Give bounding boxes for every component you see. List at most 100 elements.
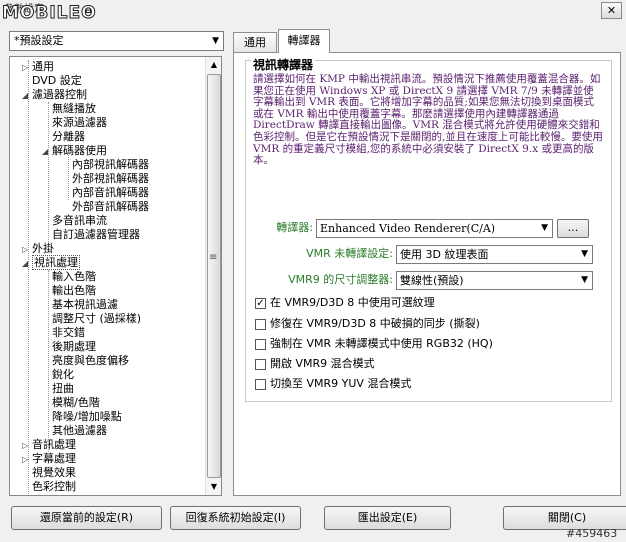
checkbox-label: 開啟 VMR9 混合模式 — [270, 357, 375, 370]
scroll-up-arrow-icon[interactable]: ▲ — [206, 57, 221, 73]
tree-item-label: 亮度與色度偏移 — [52, 354, 129, 367]
expand-arrow-icon[interactable]: ▷ — [22, 61, 32, 75]
tree-item[interactable]: 調整尺寸 (過採樣) — [42, 312, 141, 326]
tree-item[interactable]: ▷ 音訊處理 — [22, 438, 76, 452]
tree-item-label: 濾過器控制 — [32, 88, 87, 101]
tree-item[interactable]: 基本視訊過濾 — [42, 298, 118, 312]
tree-item-label: 無縫播放 — [52, 102, 96, 115]
tree-item[interactable]: 輸出色階 — [42, 284, 96, 298]
vmr-unrendered-dropdown[interactable]: 使用 3D 紋理表面 ▼ — [396, 245, 593, 264]
restore-settings-button[interactable]: 還原當前的設定(R) — [11, 506, 162, 530]
tree-item-label: 色彩控制 — [32, 480, 76, 493]
tree-scrollbar[interactable]: ▲ ≡ ▼ — [205, 57, 221, 495]
tree-item[interactable]: 後期處理 — [42, 340, 96, 354]
tree-item[interactable]: 降噪/增加噪點 — [42, 410, 122, 424]
tree-item-label: 後期處理 — [52, 340, 96, 353]
checkbox-row[interactable]: 切換至 VMR9 YUV 混合模式 — [255, 377, 411, 393]
tree-item-label: 自訂過濾器管理器 — [52, 228, 140, 241]
tree-item[interactable]: 外部音訊解碼器 — [62, 200, 149, 214]
checkbox-label: 修復在 VMR9/D3D 8 中破損的同步 (撕裂) — [270, 317, 480, 330]
checkbox[interactable] — [255, 338, 266, 350]
renderer-label: 轉譯器: — [276, 221, 313, 234]
expand-arrow-icon[interactable]: ▷ — [22, 243, 32, 257]
export-settings-button[interactable]: 匯出設定(E) — [324, 506, 451, 530]
tree-item-label: 基本視訊過濾 — [52, 298, 118, 311]
tree-item[interactable]: 色彩控制 — [22, 480, 76, 494]
tree-item[interactable]: 無縫播放 — [42, 102, 96, 116]
checkbox-label: 切換至 VMR9 YUV 混合模式 — [270, 377, 412, 390]
expand-arrow-icon[interactable]: ▷ — [22, 453, 32, 467]
chevron-down-icon: ▼ — [541, 223, 548, 233]
checkbox-row[interactable]: 開啟 VMR9 混合模式 — [255, 357, 375, 373]
renderer-value: Enhanced Video Renderer(C/A) — [320, 222, 496, 235]
tree-item-label: DVD 設定 — [32, 74, 82, 87]
collapse-arrow-icon[interactable]: ◢ — [22, 257, 32, 271]
tree-item-label: 視訊處理 — [32, 255, 80, 270]
tree-guide-line — [68, 144, 69, 200]
tree-item-label: 外部音訊解碼器 — [72, 200, 149, 213]
tree-item-label: 調整尺寸 (過採樣) — [52, 312, 142, 325]
window-close-button[interactable]: ✕ — [601, 2, 622, 19]
checkbox-row[interactable]: 修復在 VMR9/D3D 8 中破損的同步 (撕裂) — [255, 317, 480, 333]
tree-item-label: 銳化 — [52, 368, 74, 381]
tree-item-label: 來源過濾器 — [52, 116, 107, 129]
checkbox-label: 在 VMR9/D3D 8 中使用可選紋理 — [270, 296, 435, 309]
checkbox-label: 強制在 VMR 未轉譯模式中使用 RGB32 (HQ) — [270, 337, 493, 350]
tree-item[interactable]: ◢ 視訊處理 — [22, 255, 80, 271]
tree-item[interactable]: ◢ 解碼器使用 — [42, 144, 107, 158]
tab-renderer[interactable]: 轉譯器 — [278, 29, 330, 53]
check-icon[interactable]: ✓ — [255, 297, 266, 309]
checkbox[interactable] — [255, 318, 266, 330]
tree-item-label: 音訊處理 — [32, 438, 76, 451]
vmr9-resizer-label: VMR9 的尺寸調整器: — [288, 273, 393, 286]
group-title: 視訊轉譯器 — [251, 56, 316, 73]
tab-general[interactable]: 通用 — [233, 32, 277, 52]
collapse-arrow-icon[interactable]: ◢ — [42, 145, 52, 159]
renderer-browse-button[interactable]: ... — [557, 219, 589, 238]
chevron-down-icon: ▼ — [581, 275, 588, 285]
scroll-down-arrow-icon[interactable]: ▼ — [206, 479, 221, 495]
tree-item[interactable]: 多音訊串流 — [42, 214, 107, 228]
preset-value: *預設設定 — [14, 34, 64, 47]
renderer-dropdown[interactable]: Enhanced Video Renderer(C/A) ▼ — [316, 219, 553, 238]
tree-item[interactable]: ◢ 濾過器控制 — [22, 88, 87, 102]
tree-item[interactable]: 內部視訊解碼器 — [62, 158, 149, 172]
tree-item[interactable]: 模糊/色階 — [42, 396, 100, 410]
tree-item-label: 模糊/色階 — [52, 396, 100, 409]
tree-item-label: 內部音訊解碼器 — [72, 186, 149, 199]
reset-defaults-button[interactable]: 回復系統初始設定(I) — [170, 506, 301, 530]
scroll-thumb[interactable] — [207, 74, 221, 478]
preset-dropdown[interactable]: *預設設定 ▼ — [9, 31, 224, 51]
expand-arrow-icon[interactable]: ▷ — [22, 439, 32, 453]
tree-item[interactable]: 外部視訊解碼器 — [62, 172, 149, 186]
tree-item[interactable]: ▷ 字幕處理 — [22, 452, 76, 466]
tree-item[interactable]: ▷ 通用 — [22, 60, 54, 74]
build-number: #459463 — [566, 527, 618, 540]
tree-item-label: 其他過濾器 — [52, 424, 107, 437]
vmr9-resizer-value: 雙線性(預設) — [400, 274, 464, 287]
tree-item-label: 多音訊串流 — [52, 214, 107, 227]
tree-item[interactable]: 自訂過濾器管理器 — [42, 228, 140, 242]
tree-item-label: 分離器 — [52, 130, 85, 143]
tree-item[interactable]: ▷ 外掛 — [22, 242, 54, 256]
checkbox-row[interactable]: 強制在 VMR 未轉譯模式中使用 RGB32 (HQ) — [255, 337, 493, 353]
tree-item[interactable]: DVD 設定 — [22, 74, 82, 88]
tree-item[interactable]: 其他過濾器 — [42, 424, 107, 438]
checkbox[interactable] — [255, 378, 266, 390]
tree-item[interactable]: 內部音訊解碼器 — [62, 186, 149, 200]
tree-guide-line — [48, 102, 49, 242]
checkbox-row[interactable]: ✓ 在 VMR9/D3D 8 中使用可選紋理 — [255, 296, 435, 312]
collapse-arrow-icon[interactable]: ◢ — [22, 89, 32, 103]
chevron-down-icon: ▼ — [212, 36, 219, 46]
tree-item[interactable]: 視覺效果 — [22, 466, 76, 480]
tree-item[interactable]: 來源過濾器 — [42, 116, 107, 130]
tree-item-label: 外掛 — [32, 242, 54, 255]
vmr9-resizer-dropdown[interactable]: 雙線性(預設) ▼ — [396, 271, 593, 290]
tree-item[interactable]: 扭曲 — [42, 382, 74, 396]
tree-item-label: 字幕處理 — [32, 452, 76, 465]
tree-item[interactable]: 銳化 — [42, 368, 74, 382]
checkbox[interactable] — [255, 358, 266, 370]
settings-tree[interactable]: ▷ 通用 DVD 設定 ◢ 濾過器控制 無縫播放 來源過濾器 分離器 ◢ 解碼器使用 內部視訊解碼器… — [9, 56, 222, 496]
tree-item[interactable]: 輸入色階 — [42, 270, 96, 284]
tree-item[interactable]: 亮度與色度偏移 — [42, 354, 129, 368]
